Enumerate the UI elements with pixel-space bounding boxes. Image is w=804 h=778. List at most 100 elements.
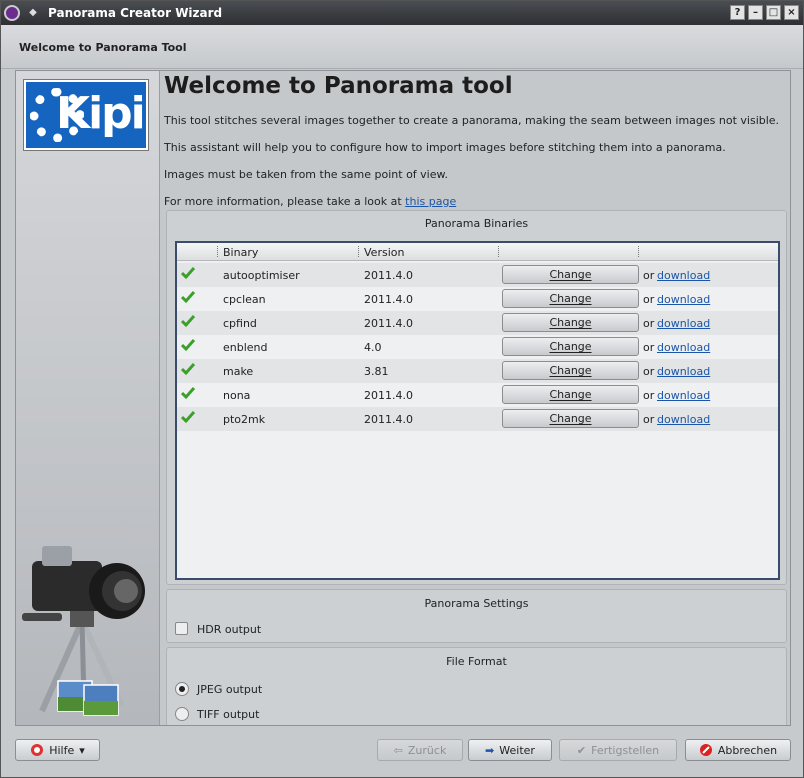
check-icon — [181, 363, 195, 376]
hdr-output-checkbox[interactable] — [175, 622, 188, 635]
hdr-output-label[interactable]: HDR output — [197, 623, 261, 636]
binary-version: 2011.4.0 — [364, 317, 413, 330]
binary-version: 2011.4.0 — [364, 269, 413, 282]
lifebuoy-icon — [31, 744, 44, 756]
close-icon[interactable]: × — [784, 5, 799, 20]
intro-paragraph-4: For more information, please take a look… — [164, 195, 457, 208]
tiff-output-radio[interactable] — [175, 707, 189, 721]
binary-version: 3.81 — [364, 365, 389, 378]
binaries-group: Panorama Binaries Binary Version autoopt… — [166, 210, 787, 585]
binary-version: 2011.4.0 — [364, 293, 413, 306]
check-icon — [181, 411, 195, 424]
table-row[interactable]: nona 2011.4.0 Change or download — [177, 383, 778, 407]
check-icon — [181, 267, 195, 280]
table-header: Binary Version — [177, 243, 778, 261]
column-separator[interactable] — [358, 246, 360, 257]
change-button[interactable]: Change — [502, 361, 639, 380]
binary-name: nona — [223, 389, 251, 402]
binary-name: autooptimiser — [223, 269, 300, 282]
column-header-version[interactable]: Version — [364, 246, 404, 259]
page-header-label: Welcome to Panorama Tool — [19, 41, 187, 54]
binary-version: 2011.4.0 — [364, 413, 413, 426]
title-bar[interactable]: ◆ Panorama Creator Wizard ? – □ × — [1, 1, 803, 25]
change-button[interactable]: Change — [502, 385, 639, 404]
app-icon[interactable] — [4, 5, 20, 21]
next-button[interactable]: ➡ Weiter — [468, 739, 552, 761]
or-label: or — [643, 413, 655, 426]
or-label: or — [643, 389, 655, 402]
download-link[interactable]: download — [657, 389, 710, 402]
logo-text: Kipi — [56, 88, 146, 139]
change-button[interactable]: Change — [502, 313, 639, 332]
or-label: or — [643, 269, 655, 282]
pin-icon[interactable]: ◆ — [26, 6, 40, 20]
tiff-output-label[interactable]: TIFF output — [197, 708, 259, 721]
download-link[interactable]: download — [657, 269, 710, 282]
checkmark-icon: ✔ — [576, 743, 587, 757]
download-link[interactable]: download — [657, 365, 710, 378]
or-label: or — [643, 341, 655, 354]
intro-paragraph-2: This assistant will help you to configur… — [164, 141, 726, 154]
binary-name: cpclean — [223, 293, 266, 306]
button-bar: Hilfe ▾ ⇦ Zurück ➡ Weiter ✔ Fertigstelle… — [1, 731, 803, 771]
download-link[interactable]: download — [657, 341, 710, 354]
binary-name: make — [223, 365, 254, 378]
column-separator[interactable] — [498, 246, 500, 257]
intro-paragraph-1: This tool stitches several images togeth… — [164, 114, 780, 127]
help-button[interactable]: Hilfe ▾ — [15, 739, 100, 761]
binary-name: pto2mk — [223, 413, 266, 426]
column-separator[interactable] — [217, 246, 219, 257]
table-row[interactable]: make 3.81 Change or download — [177, 359, 778, 383]
cancel-button[interactable]: Abbrechen — [685, 739, 791, 761]
minimize-icon[interactable]: – — [748, 5, 763, 20]
cancel-icon — [699, 744, 712, 756]
kipi-logo: Kipi — [24, 80, 148, 150]
column-separator[interactable] — [638, 246, 640, 257]
binaries-group-title: Panorama Binaries — [424, 217, 529, 230]
check-icon — [181, 291, 195, 304]
chevron-down-icon: ▾ — [79, 743, 85, 757]
jpeg-output-radio[interactable] — [175, 682, 189, 696]
side-panel: Kipi — [16, 71, 160, 725]
change-button[interactable]: Change — [502, 409, 639, 428]
binary-name: cpfind — [223, 317, 257, 330]
format-group-title: File Format — [446, 655, 507, 668]
maximize-icon[interactable]: □ — [766, 5, 781, 20]
or-label: or — [643, 365, 655, 378]
back-button[interactable]: ⇦ Zurück — [377, 739, 463, 761]
change-button[interactable]: Change — [502, 337, 639, 356]
binary-name: enblend — [223, 341, 268, 354]
table-row[interactable]: enblend 4.0 Change or download — [177, 335, 778, 359]
page-header: Welcome to Panorama Tool — [1, 25, 803, 69]
binary-version: 2011.4.0 — [364, 389, 413, 402]
check-icon — [181, 387, 195, 400]
settings-group: Panorama Settings HDR output — [166, 589, 787, 643]
this-page-link[interactable]: this page — [405, 195, 456, 208]
check-icon — [181, 315, 195, 328]
change-button[interactable]: Change — [502, 289, 639, 308]
table-row[interactable]: cpclean 2011.4.0 Change or download — [177, 287, 778, 311]
page-title: Welcome to Panorama tool — [164, 73, 513, 99]
settings-group-title: Panorama Settings — [424, 597, 529, 610]
jpeg-output-label[interactable]: JPEG output — [197, 683, 262, 696]
wizard-window: ◆ Panorama Creator Wizard ? – □ × Welcom… — [0, 0, 804, 778]
binary-version: 4.0 — [364, 341, 382, 354]
column-header-binary[interactable]: Binary — [223, 246, 258, 259]
table-row[interactable]: cpfind 2011.4.0 Change or download — [177, 311, 778, 335]
change-button[interactable]: Change — [502, 265, 639, 284]
download-link[interactable]: download — [657, 317, 710, 330]
window-title: Panorama Creator Wizard — [48, 6, 223, 20]
arrow-left-icon: ⇦ — [393, 743, 403, 757]
table-row[interactable]: pto2mk 2011.4.0 Change or download — [177, 407, 778, 431]
download-link[interactable]: download — [657, 293, 710, 306]
finish-button[interactable]: ✔ Fertigstellen — [559, 739, 677, 761]
table-row[interactable]: autooptimiser 2011.4.0 Change or download — [177, 263, 778, 287]
or-label: or — [643, 293, 655, 306]
camera-tripod-illustration — [22, 546, 145, 716]
help-icon[interactable]: ? — [730, 5, 745, 20]
binaries-table: Binary Version autooptimiser 2011.4.0 Chan… — [175, 241, 780, 580]
main-panel: Welcome to Panorama tool This tool stitc… — [164, 71, 790, 725]
check-icon — [181, 339, 195, 352]
format-group: File Format JPEG output TIFF output — [166, 647, 787, 725]
download-link[interactable]: download — [657, 413, 710, 426]
